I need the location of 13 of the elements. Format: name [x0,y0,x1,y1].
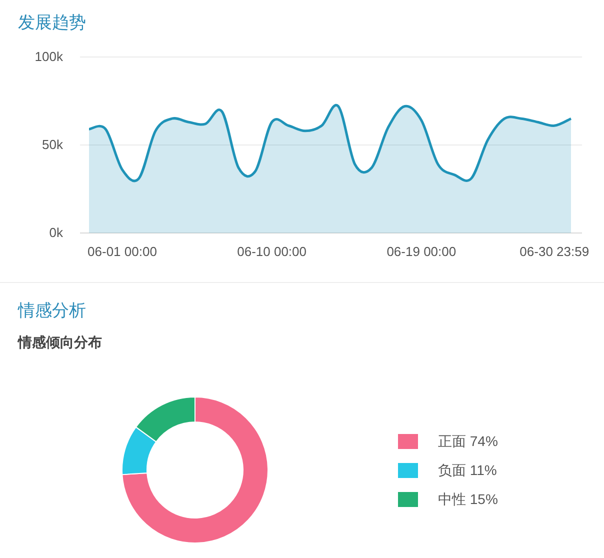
section-title: 情感分析 [18,300,86,322]
section-title: 发展趋势 [18,12,86,34]
axis-label: 100k [34,49,63,64]
axis-label: 06-10 00:00 [237,244,307,259]
legend-label: 中性 15% [438,490,498,508]
axis-label: 06-30 23:59 [520,244,590,259]
legend-label: 正面 74% [438,432,498,450]
legend-label: 负面 11% [438,460,497,480]
axis-label: 50k [42,137,63,152]
chart-subtitle: 情感倾向分布 [18,333,102,352]
axis-label: 06-01 00:00 [88,244,157,259]
axis-label: 0k [49,225,63,240]
axis-label: 06-19 00:00 [386,244,456,259]
